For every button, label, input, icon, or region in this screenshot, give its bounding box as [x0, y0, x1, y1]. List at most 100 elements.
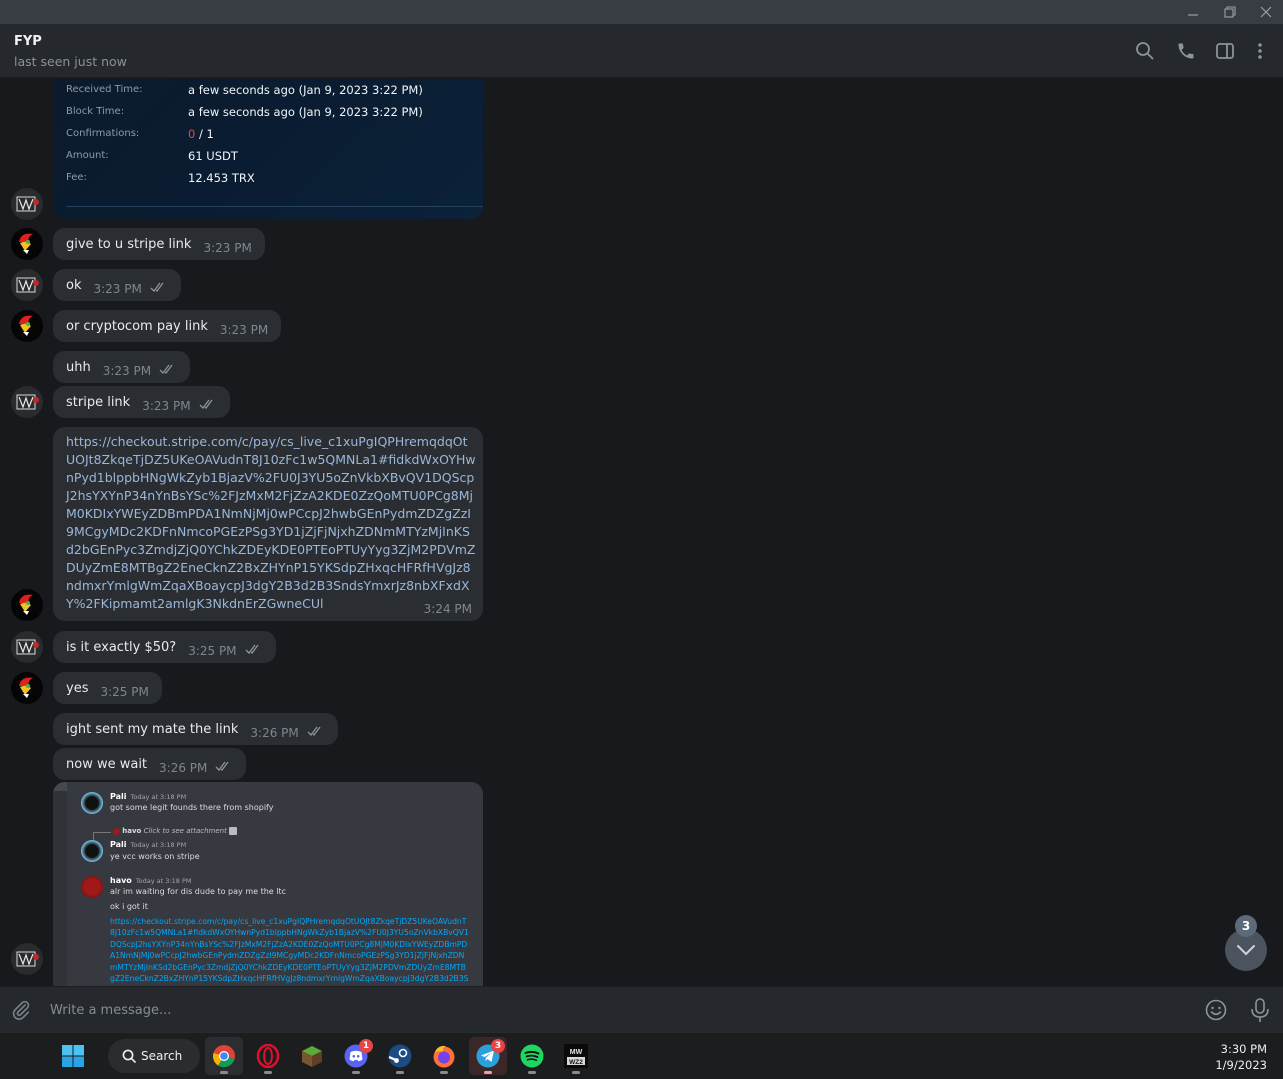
search-button[interactable] — [1134, 40, 1156, 62]
running-indicator — [264, 1071, 272, 1074]
start-button[interactable] — [54, 1037, 92, 1075]
discord-message-header: Pali Today at 3:18 PM — [110, 792, 186, 801]
taskbar-app-chrome[interactable] — [205, 1037, 243, 1075]
emoji-icon — [1205, 999, 1227, 1021]
woodpecker-avatar-icon — [19, 233, 33, 254]
taskbar-app-minecraft[interactable] — [293, 1037, 331, 1075]
message-bubble[interactable]: or cryptocom pay link 3:23 PM — [53, 310, 282, 342]
stripe-checkout-link[interactable]: https://checkout.stripe.com/c/pay/cs_liv… — [66, 433, 476, 613]
search-label: Search — [141, 1049, 183, 1063]
tx-label-amount: Amount: — [66, 150, 109, 161]
avatar-me[interactable] — [11, 386, 43, 418]
svg-text:WZ2: WZ2 — [569, 1059, 583, 1066]
more-options-button[interactable] — [1249, 40, 1271, 62]
message-time: 3:25 PM — [188, 644, 237, 658]
message-text: uhh — [66, 359, 91, 375]
message-time: 3:24 PM — [423, 602, 472, 616]
message-time: 3:25 PM — [100, 685, 149, 699]
windows-logo-icon — [62, 1045, 84, 1067]
tx-value-block: a few seconds ago (Jan 9, 2023 3:22 PM) — [188, 105, 423, 119]
avatar-contact[interactable] — [11, 228, 43, 260]
link-message-bubble[interactable]: https://checkout.stripe.com/c/pay/cs_liv… — [53, 427, 483, 621]
restore-button[interactable] — [1212, 0, 1248, 24]
avatar-me[interactable] — [11, 269, 43, 301]
message-list[interactable]: Received Time: a few seconds ago (Jan 9,… — [0, 79, 1283, 986]
discord-message-header: havo Today at 3:18 PM — [110, 876, 191, 885]
discord-author: Pali — [110, 792, 127, 801]
minimize-button[interactable] — [1175, 0, 1211, 24]
avatar-contact[interactable] — [11, 589, 43, 621]
running-indicator — [484, 1071, 492, 1074]
message-bubble[interactable]: now we wait 3:26 PM — [53, 748, 247, 780]
havo-mini-avatar-icon — [113, 827, 120, 835]
close-button[interactable] — [1248, 0, 1283, 24]
message-bubble[interactable]: uhh 3:23 PM — [53, 351, 191, 383]
discord-reply-preview: havo Click to see attachment — [113, 827, 238, 835]
avatar-me[interactable] — [11, 188, 43, 220]
sidebar-toggle-button[interactable] — [1214, 40, 1236, 62]
spotify-icon — [520, 1044, 544, 1068]
message-bubble[interactable]: stripe link 3:23 PM — [53, 386, 230, 418]
chat-header: FYP last seen just now — [0, 24, 1283, 78]
taskbar-app-opera[interactable] — [249, 1037, 287, 1075]
avatar-contact[interactable] — [11, 672, 43, 704]
message-time: 3:23 PM — [142, 399, 191, 413]
chat-name[interactable]: FYP — [14, 34, 42, 49]
avatar-contact[interactable] — [11, 310, 43, 342]
read-checkmarks-icon — [215, 760, 233, 775]
minimize-icon — [1188, 14, 1198, 16]
tx-label-fee: Fee: — [66, 172, 87, 183]
discord-time: Today at 3:18 PM — [130, 841, 187, 849]
taskbar-app-discord[interactable]: 1 — [337, 1037, 375, 1075]
steam-icon — [388, 1044, 412, 1068]
emoji-button[interactable] — [1204, 998, 1228, 1022]
taskbar-app-steam[interactable] — [381, 1037, 419, 1075]
taskbar-app-spotify[interactable] — [513, 1037, 551, 1075]
reply-text: Click to see attachment — [143, 827, 227, 835]
message-time: 3:23 PM — [102, 364, 152, 378]
tx-value-confirmations: 0 / 1 — [188, 127, 214, 141]
transaction-screenshot[interactable]: Received Time: a few seconds ago (Jan 9,… — [53, 79, 483, 219]
taskbar-app-warzone[interactable]: MW WZ2 — [557, 1037, 595, 1075]
pali-avatar-icon — [81, 840, 103, 862]
chrome-icon — [212, 1045, 235, 1068]
woodpecker-avatar-icon — [19, 677, 33, 698]
message-text: stripe link — [66, 394, 131, 410]
avatar-me[interactable] — [11, 943, 43, 975]
message-text: give to u stripe link — [66, 236, 192, 252]
read-checkmarks-icon — [199, 398, 217, 413]
discord-message-text: ok i got it — [110, 902, 148, 911]
message-time: 3:26 PM — [159, 761, 208, 775]
message-bubble[interactable]: is it exactly $50? 3:25 PM — [53, 631, 276, 663]
voice-message-button[interactable] — [1248, 997, 1272, 1023]
message-input[interactable] — [44, 997, 1174, 1023]
call-button[interactable] — [1175, 40, 1197, 62]
user-avatar-icon — [16, 196, 39, 212]
taskbar-app-firefox[interactable] — [425, 1037, 463, 1075]
discord-screenshot-image[interactable]: Pali Today at 3:18 PM got some legit foun… — [53, 782, 483, 986]
discord-message-text: ye vcc works on stripe — [110, 852, 200, 861]
message-text: yes — [66, 680, 89, 696]
message-text: is it exactly $50? — [66, 639, 177, 655]
user-avatar-icon — [16, 394, 39, 410]
message-bubble[interactable]: yes 3:25 PM — [53, 672, 162, 704]
message-bubble[interactable]: ight sent my mate the link 3:26 PM — [53, 713, 338, 745]
minecraft-icon — [302, 1046, 322, 1067]
tx-value-received: a few seconds ago (Jan 9, 2023 3:22 PM) — [188, 83, 423, 97]
taskbar-app-telegram[interactable]: 3 — [469, 1037, 507, 1075]
tx-label-confirmations: Confirmations: — [66, 128, 140, 139]
taskbar-search[interactable]: Search — [108, 1039, 200, 1073]
restore-icon — [1224, 6, 1236, 18]
message-bubble[interactable]: ok 3:23 PM — [53, 269, 181, 301]
system-clock[interactable]: 3:30 PM 1/9/2023 — [1215, 1041, 1267, 1073]
tx-label-received: Received Time: — [66, 84, 143, 95]
avatar-me[interactable] — [11, 631, 43, 663]
message-text: ight sent my mate the link — [66, 721, 239, 737]
running-indicator — [572, 1071, 580, 1074]
discord-message-text: got some legit founds there from shopify — [110, 803, 274, 812]
attach-button[interactable] — [10, 999, 32, 1021]
read-checkmarks-icon — [245, 643, 263, 658]
tx-value-fee: 12.453 TRX — [188, 171, 255, 185]
message-bubble[interactable]: give to u stripe link 3:23 PM — [53, 228, 265, 260]
running-indicator — [396, 1071, 404, 1074]
